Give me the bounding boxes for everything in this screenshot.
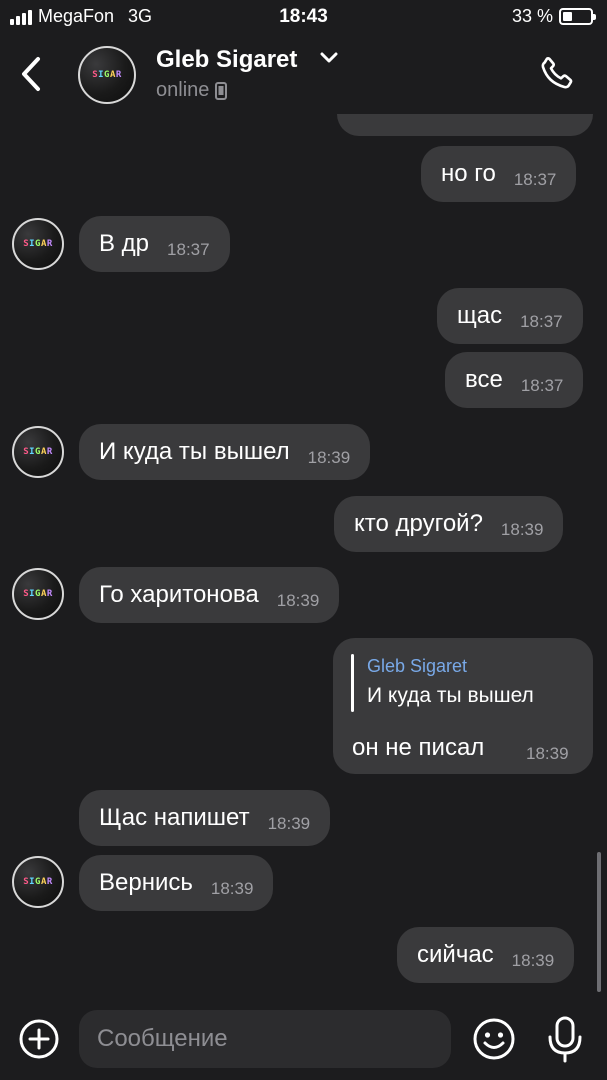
microphone-icon [548, 1016, 582, 1063]
message-text: все [465, 366, 503, 393]
message-text: но го [441, 160, 496, 187]
message-text: он не писал [352, 734, 485, 761]
message-time: 18:39 [267, 814, 311, 833]
message-text: Щас напишет [99, 804, 250, 831]
voice-message-button[interactable] [546, 1015, 584, 1063]
message-text: В др [99, 230, 150, 257]
call-button[interactable] [536, 54, 576, 94]
message-bubble[interactable]: Щас напишет 18:39 [79, 790, 331, 846]
phone-icon [541, 57, 573, 89]
avatar[interactable]: SIGAR [12, 426, 64, 478]
message-bubble[interactable]: Вернись 18:39 [79, 855, 274, 911]
message-bubble[interactable]: В др 18:37 [79, 216, 230, 272]
message-time: 18:39 [511, 951, 555, 970]
mobile-device-icon [215, 81, 228, 100]
message-text: кто другой? [354, 510, 483, 537]
reply-message-bubble[interactable]: Gleb Sigaret И куда ты вышел он не писал… [333, 638, 593, 774]
sticker-button[interactable] [472, 1017, 516, 1061]
avatar[interactable]: SIGAR [12, 218, 64, 270]
message-bubble[interactable]: щас 18:37 [437, 288, 583, 344]
message-time: 18:39 [276, 591, 320, 610]
contact-avatar[interactable]: SIGAR [78, 46, 136, 104]
quote-bar [351, 654, 354, 712]
message-text: Го харитонова [99, 581, 259, 608]
message-bubble[interactable]: кто другой? 18:39 [334, 496, 564, 552]
message-bubble[interactable]: И куда ты вышел 18:39 [79, 424, 371, 480]
avatar-logo: SIGAR [92, 70, 122, 80]
message-bubble[interactable]: все 18:37 [445, 352, 584, 408]
attach-button[interactable] [18, 1018, 60, 1060]
plus-circle-icon [19, 1019, 59, 1059]
message-bubble[interactable]: но го 18:37 [421, 146, 577, 202]
message-time: 18:39 [526, 744, 569, 763]
message-time: 18:39 [500, 520, 544, 539]
message-bubble[interactable]: Го харитонова 18:39 [79, 567, 340, 623]
chevron-left-icon [22, 57, 40, 91]
message-time: 18:37 [167, 240, 210, 259]
chat-header: SIGAR Gleb Sigaret online [0, 34, 607, 114]
back-button[interactable] [14, 52, 48, 96]
quote-text[interactable]: И куда ты вышел [367, 684, 534, 708]
message-list[interactable]: но го 18:37 SIGAR В др 18:37 щас 18:37 в… [0, 0, 607, 1000]
message-text: Вернись [99, 869, 193, 896]
composer-bar [0, 1000, 607, 1080]
contact-name[interactable]: Gleb Sigaret [156, 46, 297, 74]
message-text: щас [457, 302, 503, 329]
chevron-down-icon[interactable] [320, 52, 338, 64]
avatar[interactable]: SIGAR [12, 856, 64, 908]
message-text: сийчас [417, 941, 494, 968]
smiley-icon [473, 1018, 515, 1060]
scrollbar[interactable] [597, 852, 601, 992]
message-time: 18:39 [210, 879, 254, 898]
avatar[interactable]: SIGAR [12, 568, 64, 620]
message-time: 18:37 [520, 312, 563, 331]
contact-status: online [156, 79, 228, 102]
quote-author[interactable]: Gleb Sigaret [367, 656, 467, 677]
message-time: 18:37 [520, 376, 564, 395]
status-text: online [156, 79, 210, 101]
message-time: 18:37 [513, 170, 557, 189]
message-bubble[interactable]: сийчас 18:39 [397, 927, 575, 983]
message-text: И куда ты вышел [99, 438, 290, 465]
message-time: 18:39 [307, 448, 351, 467]
message-input[interactable] [79, 1010, 451, 1068]
